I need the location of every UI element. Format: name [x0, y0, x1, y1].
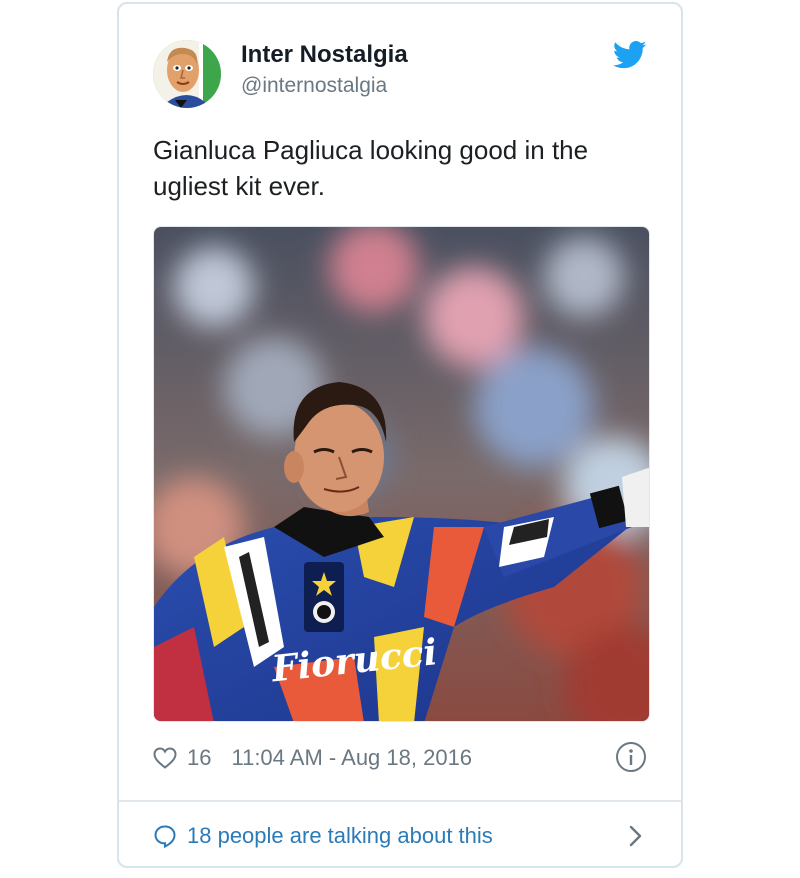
twitter-bird-icon[interactable] [612, 40, 647, 70]
tweet-text: Gianluca Pagliuca looking good in the ug… [153, 135, 589, 201]
tweet-card: Inter Nostalgia @internostalgia Gianluca… [117, 2, 683, 868]
like-count: 16 [187, 745, 212, 770]
heart-icon [153, 747, 177, 769]
footer-divider [119, 800, 681, 802]
info-icon[interactable] [615, 741, 647, 773]
chevron-right-icon [623, 824, 647, 848]
tweet-header: Inter Nostalgia @internostalgia [153, 38, 647, 108]
tweet-timestamp[interactable]: 11:04 AM - Aug 18, 2016 [231, 745, 472, 771]
author-name[interactable]: Inter Nostalgia [241, 41, 408, 69]
conversation-label: 18 people are talking about this [187, 823, 493, 848]
avatar[interactable] [153, 40, 221, 108]
tweet-meta: 16 11:04 AM - Aug 18, 2016 [153, 740, 647, 776]
tweet-photo[interactable]: Fiorucci [153, 226, 650, 722]
author-handle[interactable]: @internostalgia [241, 74, 387, 98]
like-button[interactable]: 16 [153, 745, 231, 771]
speech-bubble-icon [153, 824, 177, 848]
conversation-link[interactable]: 18 people are talking about this [153, 816, 647, 856]
